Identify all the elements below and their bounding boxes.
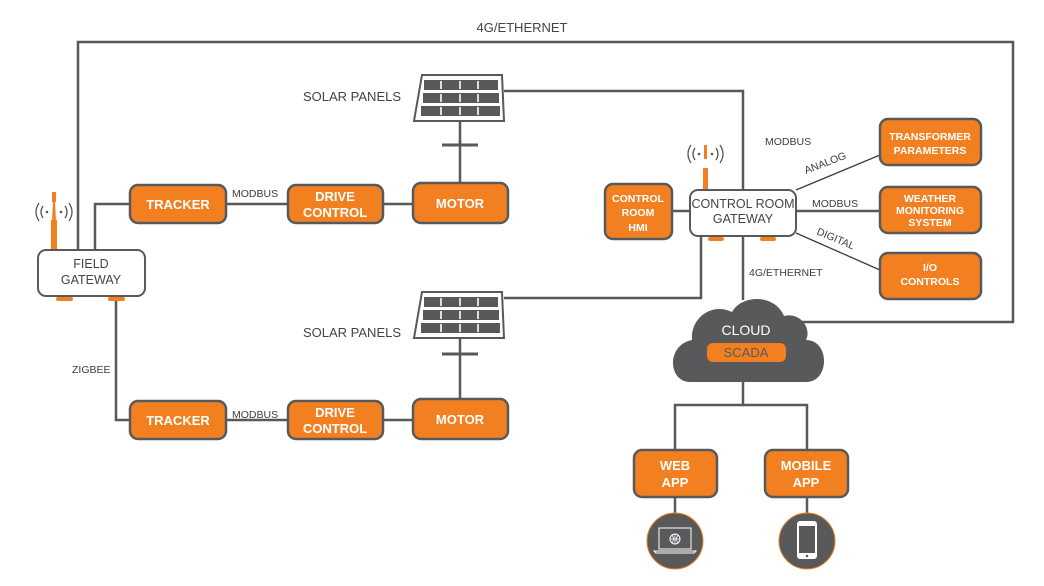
- weather-monitoring-system[interactable]: WEATHER MONITORING SYSTEM: [878, 185, 983, 235]
- label-solar-panels-bottom: SOLAR PANELS: [303, 325, 401, 340]
- label-top-4g: 4G/ETHERNET: [476, 20, 567, 35]
- control-room-hmi[interactable]: CONTROL ROOM HMI: [603, 182, 674, 241]
- wire-cloud-mobile: [743, 403, 809, 450]
- weather-line1: WEATHER: [904, 193, 957, 205]
- cloud-scada[interactable]: CLOUD SCADA: [673, 298, 824, 382]
- wireless-antenna-icon: [35, 192, 73, 250]
- weather-line2: MONITORING: [896, 205, 964, 217]
- label-4g-cloud: 4G/ETHERNET: [749, 267, 823, 279]
- hmi-line1: CONTROL: [612, 193, 664, 205]
- label-analog: ANALOG: [803, 150, 848, 177]
- solar-panel-icon: [412, 74, 506, 147]
- wire-gateway-tracker-top: [93, 202, 130, 250]
- mobile-app-line1: MOBILE: [781, 458, 832, 473]
- mobile-app[interactable]: MOBILE APP: [763, 448, 850, 499]
- field-gateway[interactable]: FIELD GATEWAY: [35, 192, 146, 301]
- scada-label: SCADA: [724, 345, 769, 360]
- drive-control-bottom-line2: CONTROL: [303, 421, 367, 436]
- label-modbus-bottom: MODBUS: [232, 409, 278, 421]
- drive-control-top[interactable]: DRIVE CONTROL: [286, 183, 385, 225]
- transformer-parameters[interactable]: TRANSFORMER PARAMETERS: [878, 117, 983, 167]
- label-modbus-weather: MODBUS: [812, 198, 858, 210]
- io-line1: I/O: [923, 262, 937, 274]
- label-modbus-control: MODBUS: [765, 136, 811, 148]
- connections: [76, 40, 1015, 515]
- motor-top[interactable]: MOTOR: [411, 181, 510, 225]
- tracker-top[interactable]: TRACKER: [128, 183, 228, 225]
- wire-panel-bottom-gateway: [504, 236, 703, 300]
- tracker-bottom[interactable]: TRACKER: [128, 399, 228, 441]
- crg-line2: GATEWAY: [713, 212, 774, 226]
- mobile-app-line2: APP: [793, 475, 820, 490]
- crg-line1: CONTROL ROOM: [691, 197, 794, 211]
- cloud-icon: [673, 298, 824, 382]
- motor-bottom[interactable]: MOTOR: [411, 397, 510, 441]
- weather-line3: SYSTEM: [908, 217, 951, 229]
- hmi-line3: HMI: [628, 222, 647, 234]
- motor-top-label: MOTOR: [436, 196, 485, 211]
- field-gateway-line1: FIELD: [73, 257, 108, 271]
- laptop-globe-icon: [646, 512, 704, 570]
- web-app-line1: WEB: [660, 458, 690, 473]
- field-gateway-line2: GATEWAY: [61, 273, 122, 287]
- label-solar-panels-top: SOLAR PANELS: [303, 89, 401, 104]
- wire-cloud-apps: [673, 380, 745, 450]
- wireless-antenna-icon: [687, 144, 724, 190]
- io-line2: CONTROLS: [901, 276, 960, 288]
- transformer-line2: PARAMETERS: [894, 145, 967, 157]
- architecture-diagram: 4G/ETHERNET SOLAR PANELS SOLAR PANELS MO…: [35, 20, 1015, 570]
- drive-control-bottom[interactable]: DRIVE CONTROL: [286, 399, 385, 441]
- web-app-line2: APP: [662, 475, 689, 490]
- label-zigbee: ZIGBEE: [72, 364, 111, 376]
- io-controls[interactable]: I/O CONTROLS: [878, 251, 983, 301]
- drive-control-bottom-line1: DRIVE: [315, 405, 355, 420]
- transformer-line1: TRANSFORMER: [889, 131, 971, 143]
- cloud-label: CLOUD: [721, 322, 770, 338]
- motor-bottom-label: MOTOR: [436, 412, 485, 427]
- tracker-top-label: TRACKER: [146, 197, 210, 212]
- smartphone-icon: [778, 512, 836, 570]
- solar-panel-icon: [412, 291, 506, 356]
- wire-zigbee: [114, 298, 130, 422]
- label-modbus-top: MODBUS: [232, 188, 278, 200]
- tracker-bottom-label: TRACKER: [146, 413, 210, 428]
- label-digital: DIGITAL: [815, 226, 857, 253]
- web-app[interactable]: WEB APP: [632, 448, 719, 499]
- wire-4g-loop: [76, 40, 1015, 324]
- drive-control-top-line1: DRIVE: [315, 189, 355, 204]
- hmi-line2: ROOM: [622, 207, 655, 219]
- drive-control-top-line2: CONTROL: [303, 205, 367, 220]
